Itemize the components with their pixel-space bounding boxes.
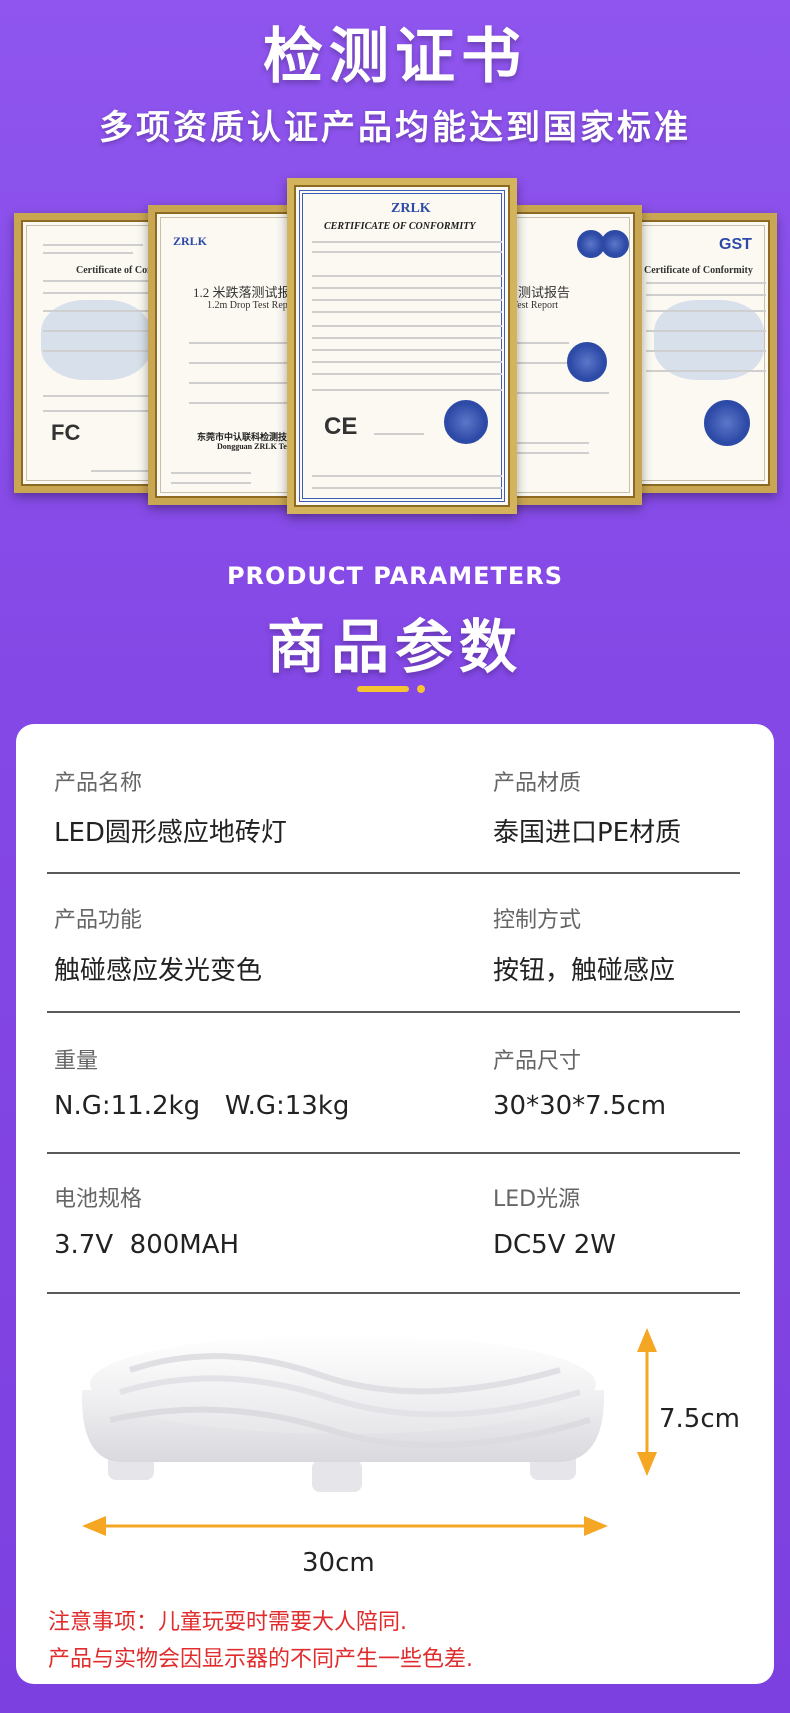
zrlk-logo-small: ZRLK — [173, 234, 208, 248]
certificate-left-inner: ZRLK 1.2 米跌落测试报告 1.2m Drop Test Report 东… — [148, 205, 310, 505]
title-underline — [357, 686, 409, 692]
safety-note: 注意事项：儿童玩耍时需要大人陪同. — [48, 1610, 407, 1635]
param-label: LED光源 — [493, 1187, 581, 1212]
divider — [47, 872, 740, 874]
param-label: 产品尺寸 — [493, 1049, 582, 1074]
height-label: 7.5cm — [659, 1404, 740, 1434]
width-arrow — [82, 1516, 608, 1536]
height-arrow — [637, 1328, 657, 1476]
params-title-en: PRODUCT PARAMETERS — [226, 562, 564, 590]
ce-mark: CE — [324, 413, 358, 440]
cert-heading: Certificate of Conformity — [644, 265, 753, 276]
color-note: 产品与实物会因显示器的不同产生一些色差. — [48, 1647, 473, 1672]
param-label: 电池规格 — [54, 1187, 143, 1212]
certificate-center: ZRLK CERTIFICATE OF CONFORMITY CE — [287, 178, 517, 514]
param-value: 30*30*7.5cm — [493, 1091, 667, 1121]
gst-logo: GST — [719, 236, 752, 253]
title-underline-dot — [417, 685, 425, 693]
param-value: LED圆形感应地砖灯 — [54, 818, 287, 848]
param-label: 控制方式 — [493, 908, 582, 933]
divider — [47, 1152, 740, 1154]
product-image — [81, 1328, 657, 1536]
param-label: 产品功能 — [54, 908, 143, 933]
width-label: 30cm — [302, 1548, 375, 1578]
param-value: 按钮，触碰感应 — [493, 956, 676, 986]
param-value: DC5V 2W — [493, 1230, 617, 1260]
fc-logo: FC — [51, 420, 81, 445]
page-title: 检测证书 — [263, 22, 527, 92]
zrlk-logo: ZRLK — [391, 201, 431, 216]
certificate-left-outer: Certificate of Conformity FC — [14, 213, 164, 493]
cert-heading: CERTIFICATE OF CONFORMITY — [324, 221, 476, 232]
param-value: 3.7V 800MAH — [54, 1230, 240, 1260]
param-label: 产品名称 — [54, 771, 143, 796]
divider — [47, 1292, 740, 1294]
param-label: 重量 — [54, 1049, 99, 1074]
param-label: 产品材质 — [493, 771, 582, 796]
divider — [47, 1011, 740, 1013]
param-value: 触碰感应发光变色 — [54, 956, 263, 986]
certificate-right-outer: GST Certificate of Conformity — [627, 213, 777, 493]
param-value: N.G:11.2kg W.G:13kg — [54, 1091, 350, 1121]
cert-heading-en: 1.2m Drop Test Report — [207, 300, 299, 311]
param-value: 泰国进口PE材质 — [493, 818, 682, 848]
page-subtitle: 多项资质认证产品均能达到国家标准 — [99, 108, 691, 148]
params-title-cn: 商品参数 — [266, 613, 523, 681]
